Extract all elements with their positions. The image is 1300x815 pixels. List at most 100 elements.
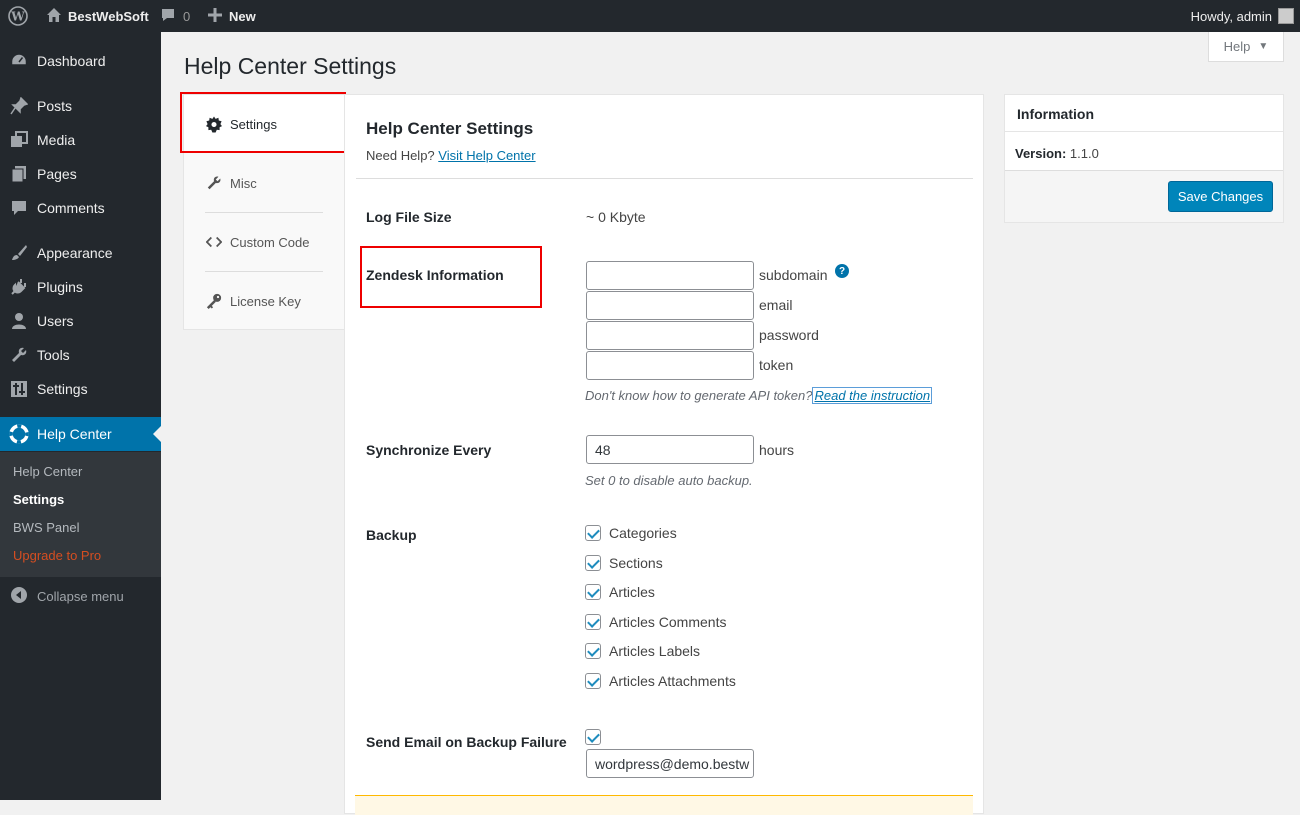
backup-option-sections[interactable]: Sections — [585, 555, 663, 571]
help-question-icon[interactable]: ? — [835, 264, 849, 278]
token-input[interactable] — [586, 351, 754, 380]
backup-option-articles-labels[interactable]: Articles Labels — [585, 643, 700, 659]
settings-sliders-icon — [9, 380, 29, 398]
tab-license-key[interactable]: License Key — [184, 272, 344, 330]
home-icon — [46, 7, 62, 26]
tab-label: Misc — [230, 175, 257, 191]
token-label: token — [759, 357, 794, 373]
checkbox[interactable] — [585, 729, 601, 745]
wordpress-logo-icon[interactable]: W — [8, 0, 28, 32]
checkbox[interactable] — [585, 555, 601, 571]
sidebar-item-tools[interactable]: Tools — [0, 338, 161, 372]
help-tab-button[interactable]: Help ▼ — [1208, 32, 1284, 62]
version-text: Version: 1.1.0 — [1015, 146, 1099, 161]
need-help-label: Need Help? — [366, 148, 435, 163]
help-center-submenu: Help Center Settings BWS Panel Upgrade t… — [0, 452, 161, 577]
checkbox[interactable] — [585, 614, 601, 630]
backup-email-input[interactable]: wordpress@demo.bestw — [586, 749, 754, 778]
sidebar-item-settings[interactable]: Settings — [0, 372, 161, 406]
synchronize-every-input[interactable]: 48 — [586, 435, 754, 464]
account-menu[interactable]: Howdy, admin — [1191, 0, 1294, 32]
backup-option-articles-attachments[interactable]: Articles Attachments — [585, 673, 736, 689]
tab-misc[interactable]: Misc — [184, 154, 344, 212]
hours-label: hours — [759, 442, 795, 458]
checkbox-label: Articles — [609, 584, 655, 600]
sidebar-item-comments[interactable]: Comments — [0, 191, 161, 225]
sidebar-item-label: Posts — [37, 98, 73, 114]
checkbox[interactable] — [585, 525, 601, 541]
comments-link[interactable]: 0 — [160, 0, 190, 32]
sidebar-item-label: Pages — [37, 166, 77, 182]
sidebar-item-media[interactable]: Media — [0, 123, 161, 157]
sidebar-item-dashboard[interactable]: Dashboard — [0, 44, 161, 78]
sidebar-item-pages[interactable]: Pages — [0, 157, 161, 191]
version-value: 1.1.0 — [1069, 146, 1099, 161]
backup-option-articles[interactable]: Articles — [585, 584, 655, 600]
comments-count: 0 — [183, 8, 191, 24]
divider — [356, 178, 973, 179]
email-input[interactable] — [586, 291, 754, 320]
submenu-settings[interactable]: Settings — [13, 492, 64, 507]
checkbox[interactable] — [585, 673, 601, 689]
need-help-text: Need Help? Visit Help Center — [366, 148, 536, 163]
read-instruction-link[interactable]: Read the instruction — [812, 387, 933, 404]
tab-label: License Key — [230, 293, 301, 309]
sidebar-item-appearance[interactable]: Appearance — [0, 236, 161, 270]
wrench-icon — [9, 346, 29, 364]
caret-down-icon: ▼ — [1258, 41, 1269, 52]
submenu-help-center[interactable]: Help Center — [13, 464, 82, 479]
page-title: Help Center Settings — [184, 53, 397, 79]
sidebar-item-posts[interactable]: Posts — [0, 89, 161, 123]
checkbox[interactable] — [585, 584, 601, 600]
sidebar-item-label: Users — [37, 313, 74, 329]
plus-icon — [208, 7, 222, 25]
backup-option-articles-comments[interactable]: Articles Comments — [585, 614, 726, 630]
log-file-size-label: Log File Size — [366, 209, 452, 225]
sidebar-item-help-center[interactable]: Help Center — [0, 417, 161, 451]
comment-icon — [160, 7, 176, 26]
sidebar-item-label: Help Center — [37, 426, 112, 442]
api-token-hint-text: Don't know how to generate API token? — [585, 388, 813, 403]
checkbox[interactable] — [585, 643, 601, 659]
gear-icon — [206, 116, 222, 133]
sidebar-item-label: Dashboard — [37, 53, 106, 69]
backup-label: Backup — [366, 527, 417, 543]
brush-icon — [9, 244, 29, 262]
subdomain-input[interactable] — [586, 261, 754, 290]
password-input[interactable] — [586, 321, 754, 350]
collapse-arrow-icon — [10, 586, 28, 607]
submenu-upgrade-to-pro[interactable]: Upgrade to Pro — [13, 548, 101, 563]
synchronize-every-label: Synchronize Every — [366, 442, 492, 458]
help-tab-label: Help — [1223, 39, 1251, 54]
collapse-menu-label: Collapse menu — [37, 589, 124, 604]
tab-custom-code[interactable]: Custom Code — [184, 213, 344, 271]
log-file-size-value: ~ 0 Kbyte — [586, 209, 646, 225]
checkbox-label: Categories — [609, 525, 677, 541]
visit-help-center-link[interactable]: Visit Help Center — [438, 148, 535, 163]
sidebar-item-users[interactable]: Users — [0, 304, 161, 338]
new-label: New — [229, 8, 256, 24]
sidebar-item-plugins[interactable]: Plugins — [0, 270, 161, 304]
section-title: Help Center Settings — [366, 119, 534, 138]
submenu-bws-panel[interactable]: BWS Panel — [13, 520, 79, 535]
tab-label: Settings — [230, 116, 277, 132]
api-token-hint: Don't know how to generate API token? Rea… — [585, 387, 933, 404]
sidebar-item-label: Media — [37, 132, 76, 148]
tab-label: Custom Code — [230, 234, 310, 250]
password-label: password — [759, 327, 819, 343]
zendesk-information-label: Zendesk Information — [366, 267, 504, 283]
checkbox-label: Articles Attachments — [609, 673, 736, 689]
divider — [1005, 131, 1283, 132]
collapse-menu-button[interactable]: Collapse menu — [10, 586, 124, 607]
user-icon — [9, 312, 29, 330]
backup-option-categories[interactable]: Categories — [585, 525, 677, 541]
save-changes-button[interactable]: Save Changes — [1168, 181, 1273, 212]
tab-settings[interactable]: Settings — [184, 95, 344, 153]
information-footer: Save Changes — [1005, 170, 1283, 222]
checkbox-label: Sections — [609, 555, 663, 571]
new-content-link[interactable]: New — [208, 0, 256, 32]
dashboard-icon — [9, 52, 29, 70]
site-name-link[interactable]: BestWebSoft — [46, 0, 149, 32]
pin-icon — [9, 97, 29, 115]
send-email-toggle[interactable] — [585, 729, 609, 745]
